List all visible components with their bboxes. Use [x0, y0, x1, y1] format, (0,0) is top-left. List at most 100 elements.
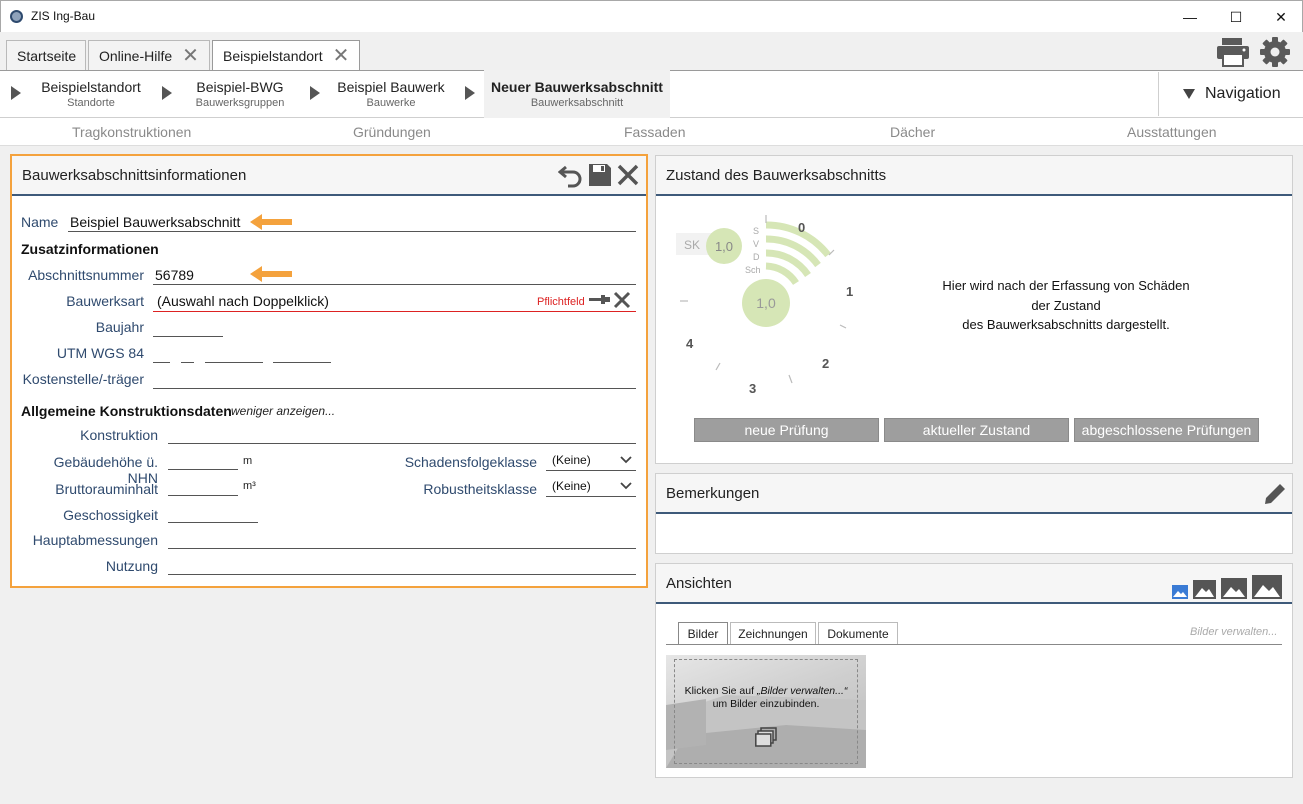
section-fassaden[interactable]: Fassaden — [624, 124, 685, 140]
utm-zone-input[interactable] — [153, 362, 170, 363]
message-line: der Zustand — [1031, 297, 1101, 313]
tab-startseite[interactable]: Startseite — [6, 40, 86, 70]
allgemein-header: Allgemeine Konstruktionsdaten — [21, 403, 232, 419]
navigation-button[interactable]: Navigation — [1158, 72, 1303, 116]
neue-pruefung-button[interactable]: neue Prüfung — [694, 418, 879, 442]
info-panel-header: Bauwerksabschnittsinformationen — [12, 156, 646, 196]
navigation-label: Navigation — [1205, 85, 1281, 102]
close-tab-icon[interactable]: ✕ — [333, 46, 350, 66]
sk-value: 1,0 — [714, 238, 734, 254]
hint-line: Klicken Sie auf „Bilder verwalten...“ — [666, 685, 866, 698]
hoehe-input[interactable] — [168, 469, 238, 470]
breadcrumb-item-bwg[interactable]: Beispiel-BWG Bauwerksgruppen — [176, 70, 304, 118]
hint-line: um Bilder einzubinden. — [712, 698, 820, 710]
undo-icon[interactable] — [558, 162, 584, 188]
baujahr-input[interactable] — [153, 336, 223, 337]
bemerkungen-title: Bemerkungen — [666, 484, 760, 502]
tab-beispielstandort[interactable]: Beispielstandort ✕ — [212, 40, 360, 71]
brutto-input[interactable] — [168, 495, 238, 496]
brutto-label: Bruttorauminhalt — [55, 481, 158, 497]
gallery-icon — [755, 727, 777, 747]
brutto-unit: m³ — [243, 480, 256, 492]
close-icon[interactable] — [616, 163, 640, 187]
image-small-icon[interactable] — [1172, 585, 1188, 599]
print-icon[interactable] — [1216, 37, 1250, 67]
weniger-anzeigen-link[interactable]: weniger anzeigen... — [231, 404, 335, 418]
tabs-divider — [666, 644, 1282, 645]
breadcrumb-title: Beispiel-BWG — [196, 79, 284, 95]
bauwerksart-label: Bauwerksart — [66, 293, 144, 309]
kosten-input[interactable] — [153, 388, 636, 389]
clear-icon[interactable] — [613, 291, 631, 309]
bemerkungen-panel: Bemerkungen — [655, 473, 1293, 554]
haupt-input[interactable] — [168, 548, 636, 549]
gear-icon[interactable] — [1259, 36, 1291, 68]
konstruktion-input[interactable] — [168, 443, 636, 444]
abgeschlossene-pruefungen-button[interactable]: abgeschlossene Prüfungen — [1074, 418, 1259, 442]
haupt-label: Hauptabmessungen — [32, 532, 158, 548]
robust-select[interactable]: (Keine) — [546, 479, 636, 497]
utm-east-input[interactable] — [205, 362, 263, 363]
tab-bilder[interactable]: Bilder — [678, 622, 728, 644]
info-panel-title: Bauwerksabschnittsinformationen — [22, 166, 247, 184]
main-value: 1,0 — [756, 295, 776, 311]
nutzung-input[interactable] — [168, 574, 636, 575]
breadcrumb-item-standort[interactable]: Beispielstandort Standorte — [26, 70, 156, 118]
close-tab-icon[interactable]: ✕ — [182, 46, 199, 66]
main-value-circle: 1,0 — [742, 279, 790, 327]
name-label: Name — [21, 214, 59, 230]
close-window-button[interactable]: ✕ — [1258, 1, 1303, 33]
maximize-button[interactable]: ☐ — [1213, 1, 1259, 33]
breadcrumb-title: Neuer Bauwerksabschnitt — [491, 79, 663, 95]
kosten-label: Kostenstelle/-träger — [22, 371, 144, 387]
name-underline — [68, 231, 636, 232]
gauge-label-1: 1 — [846, 284, 854, 299]
zusatz-header: Zusatzinformationen — [21, 241, 159, 257]
breadcrumb-arrow-icon — [310, 86, 320, 100]
edit-pencil-icon[interactable] — [1262, 481, 1288, 507]
section-daecher[interactable]: Dächer — [890, 124, 935, 140]
zustand-panel-title: Zustand des Bauwerksabschnitts — [666, 166, 887, 184]
tab-zeichnungen[interactable]: Zeichnungen — [730, 622, 816, 644]
breadcrumb-sub: Bauwerke — [366, 97, 416, 109]
tab-label: Startseite — [17, 47, 77, 64]
bauwerksart-input[interactable]: (Auswahl nach Doppelklick) — [157, 293, 329, 309]
zustand-message: Hier wird nach der Erfassung von Schäden… — [916, 276, 1216, 335]
breadcrumb-item-abschnitt[interactable]: Neuer Bauwerksabschnitt Bauwerksabschnit… — [484, 70, 670, 118]
ansichten-title: Ansichten — [666, 574, 732, 592]
breadcrumb-arrow-icon — [162, 86, 172, 100]
bilder-verwalten-link[interactable]: Bilder verwalten... — [1190, 626, 1277, 638]
key-icon[interactable] — [589, 294, 611, 306]
tab-dokumente[interactable]: Dokumente — [818, 622, 898, 644]
tab-label: Online-Hilfe — [99, 47, 173, 64]
save-icon[interactable] — [588, 163, 612, 187]
image-large-icon[interactable] — [1221, 578, 1247, 599]
robust-label: Robustheitsklasse — [423, 481, 537, 497]
svd-sch: Sch — [745, 265, 761, 275]
geschoss-input[interactable] — [168, 522, 258, 523]
bilder-hint: Klicken Sie auf „Bilder verwalten...“ um… — [666, 685, 866, 711]
tab-online-hilfe[interactable]: Online-Hilfe ✕ — [88, 40, 210, 70]
orange-arrow-icon — [250, 214, 292, 230]
section-ausstattungen[interactable]: Ausstattungen — [1127, 124, 1217, 140]
robust-value: (Keine) — [552, 479, 591, 493]
section-gruendungen[interactable]: Gründungen — [353, 124, 431, 140]
konstruktion-label: Konstruktion — [80, 427, 158, 443]
utm-north-input[interactable] — [273, 362, 331, 363]
minimize-button[interactable]: — — [1167, 1, 1213, 33]
section-tragkonstruktionen[interactable]: Tragkonstruktionen — [72, 124, 191, 140]
aktueller-zustand-button[interactable]: aktueller Zustand — [884, 418, 1069, 442]
abschnitt-input[interactable]: 56789 — [155, 267, 194, 283]
image-medium-icon[interactable] — [1193, 580, 1216, 599]
image-xlarge-icon[interactable] — [1252, 575, 1282, 599]
svd-s: S — [753, 226, 760, 236]
svd-d: D — [753, 252, 760, 262]
image-placeholder[interactable]: Klicken Sie auf „Bilder verwalten...“ um… — [666, 655, 866, 768]
utm-band-input[interactable] — [181, 362, 194, 363]
name-input[interactable]: Beispiel Bauwerksabschnitt — [70, 214, 240, 230]
nutzung-label: Nutzung — [105, 558, 158, 574]
breadcrumb-item-bauwerk[interactable]: Beispiel Bauwerk Bauwerke — [324, 70, 458, 118]
geschoss-label: Geschossigkeit — [63, 507, 158, 523]
schaden-select[interactable]: (Keine) — [546, 453, 636, 471]
window-title: ZIS Ing-Bau — [31, 9, 96, 23]
